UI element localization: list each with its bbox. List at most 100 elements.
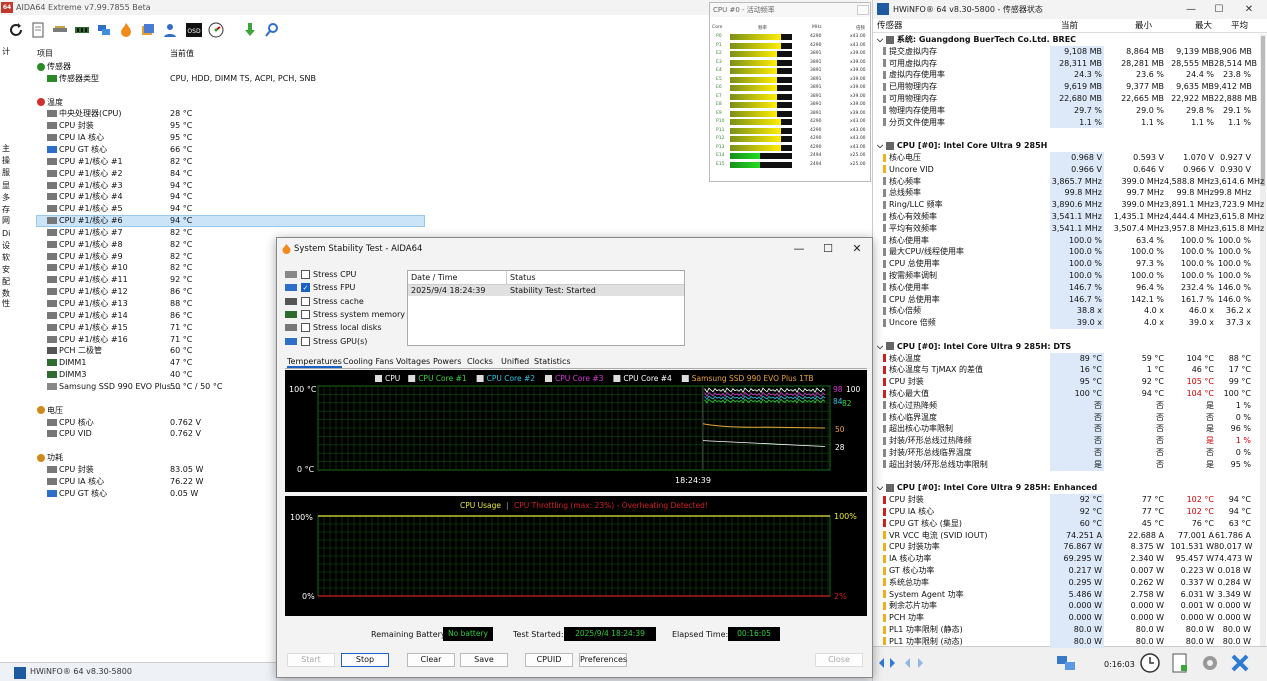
close-dialog-button[interactable]: Close — [815, 653, 863, 667]
flame-icon[interactable] — [118, 22, 134, 38]
checkbox[interactable]: ✓ — [301, 283, 310, 293]
sensor-row[interactable]: 封装/环形总线过热降频 否 否 是 1 % — [873, 435, 1258, 447]
sensor-row[interactable]: 封装/环形总线临界温度 否 否 否 0 % — [873, 447, 1258, 459]
sensor-row[interactable]: 按需频率调制 100.0 % 100.0 % 100.0 % 100.0 % — [873, 270, 1258, 282]
nav-item[interactable]: 操 — [2, 156, 10, 166]
sensor-group-header[interactable]: ⌵ 系统: Guangdong BuerTech Co.Ltd. BREC — [873, 34, 1258, 46]
sensor-row[interactable]: 核心有效频率 3,541.1 MHz 1,435.1 MHz 4,444.4 MHz 3… — [873, 211, 1264, 223]
sensor-row[interactable]: CPU 总使用率 146.7 % 142.1 % 161.7 % 146.0 % — [873, 293, 1258, 306]
sensor-row[interactable]: CPU IA 核心 92 °C 77 °C 102 °C 94 °C — [873, 506, 1258, 518]
nav-item[interactable]: 安 — [2, 265, 10, 275]
checkbox[interactable] — [301, 336, 310, 346]
minimize-button[interactable]: — — [785, 238, 813, 260]
legend-checkbox[interactable] — [375, 375, 382, 382]
close-icon[interactable] — [857, 5, 869, 15]
sensor-row[interactable]: 物理内存使用率 29.7 % 29.0 % 29.8 % 29.1 % — [873, 104, 1258, 117]
legend-checkbox[interactable] — [476, 375, 484, 382]
nav-item[interactable]: 数 — [2, 289, 10, 299]
legend-checkbox[interactable] — [681, 375, 689, 382]
sensor-row[interactable]: CPU GT 核心 (集显) 60 °C 45 °C 76 °C 63 °C — [873, 517, 1258, 530]
hwinfo-scroll-thumb[interactable] — [1261, 36, 1265, 186]
sensor-row[interactable]: CPU #1/核心 #5 — [47, 203, 123, 215]
sensor-row[interactable]: CPU 封装功率 76.867 W 8.375 W 101.531 W 80.017 W — [873, 541, 1258, 554]
sensor-row[interactable]: System Agent 功率 5.486 W 2.758 W 6.031 W 3.34… — [873, 588, 1258, 601]
sensor-row[interactable]: 核心使用率 146.7 % 96.4 % 232.4 % 146.0 % — [873, 281, 1258, 294]
sensor-row[interactable]: CPU 封装 — [47, 120, 94, 132]
sensor-row[interactable]: CPU #1/核心 #9 — [47, 251, 123, 263]
chevron-down-icon[interactable]: ⌵ — [877, 483, 886, 492]
sensor-row[interactable]: DIMM3 — [47, 369, 86, 381]
preferences-button[interactable]: Preferences — [579, 653, 627, 667]
sensor-row[interactable]: 分页文件使用率 1.1 % 1.1 % 1.1 % 1.1 % — [873, 116, 1258, 129]
checkbox[interactable] — [301, 309, 310, 319]
sensor-row[interactable]: CPU 总使用率 100.0 % 97.3 % 100.0 % 100.0 % — [873, 258, 1258, 270]
sensor-row[interactable]: 核心使用率 100.0 % 63.4 % 100.0 % 100.0 % — [873, 234, 1258, 247]
sensor-row[interactable]: CPU GT 核心 — [47, 488, 107, 500]
start-button[interactable]: Start — [287, 653, 335, 667]
col-sensor[interactable]: 传感器 — [877, 19, 903, 33]
sensor-row[interactable]: CPU 封装 92 °C 77 °C 102 °C 94 °C — [873, 494, 1258, 506]
sensor-row[interactable]: CPU #1/核心 #1 — [47, 156, 123, 168]
legend-entry[interactable]: CPU Core #2 — [476, 374, 536, 383]
nav-item[interactable]: 计 — [2, 47, 10, 57]
sensor-row[interactable]: PCH 二极管 — [47, 345, 102, 357]
sensor-row[interactable]: PL1 功率限制 (静态) 80.0 W 80.0 W 80.0 W 80.0 W — [873, 624, 1258, 636]
col-max[interactable]: 最大 — [1195, 19, 1212, 33]
sensor-row[interactable]: 功耗 — [37, 452, 63, 464]
tab-unified[interactable]: Unified — [501, 355, 529, 368]
stress-option[interactable]: Stress local disks — [285, 321, 382, 334]
sensor-row[interactable]: 系统总功率 0.295 W 0.262 W 0.337 W 0.284 W — [873, 576, 1258, 589]
nav-item[interactable]: Di — [2, 229, 10, 239]
legend-entry[interactable]: CPU Core #3 — [545, 374, 604, 383]
log-header-datetime[interactable]: Date / Time — [411, 271, 457, 284]
nav-item[interactable]: 性 — [2, 299, 10, 309]
stress-option[interactable]: Stress GPU(s) — [285, 335, 367, 348]
sensor-row[interactable]: IA 核心功率 69.295 W 2.340 W 95.457 W 74.473 W — [873, 553, 1258, 565]
close-button[interactable]: ✕ — [1235, 0, 1263, 19]
sensor-row[interactable]: CPU IA 核心 — [47, 476, 104, 488]
nav-item[interactable]: 主 — [2, 144, 10, 154]
download-icon[interactable] — [242, 22, 258, 38]
sensor-row[interactable]: 超出核心功率限制 否 否 是 96 % — [873, 423, 1258, 436]
nav-item[interactable]: 软 — [2, 253, 10, 263]
tab-cooling-fans[interactable]: Cooling Fans — [343, 355, 394, 368]
sensor-row[interactable]: CPU #1/核心 #11 — [47, 274, 128, 286]
sensor-row[interactable]: 可用虚拟内存 28,311 MB 28,281 MB 28,555 MB 28,514 … — [873, 57, 1258, 70]
sensor-row[interactable]: 已用物理内存 9,619 MB 9,377 MB 9,635 MB 9,412 MB — [873, 81, 1258, 93]
sensor-group-header[interactable]: ⌵ CPU [#0]: Intel Core Ultra 9 285H: DTS — [873, 341, 1258, 353]
sensor-row[interactable]: CPU 核心 — [47, 417, 94, 429]
col-current[interactable]: 当前 — [1061, 19, 1078, 33]
stop-button[interactable]: Stop — [341, 653, 389, 667]
sensor-row[interactable]: 超出封装/环形总线功率限制 是 否 是 95 % — [873, 458, 1258, 471]
col-min[interactable]: 最小 — [1135, 19, 1152, 33]
sensor-row[interactable]: CPU #1/核心 #6 — [47, 215, 123, 227]
report-icon[interactable] — [30, 22, 46, 38]
legend-checkbox[interactable] — [545, 375, 552, 382]
sensor-row[interactable]: VR VCC 电流 (SVID IOUT) 74.251 A 22.688 A 77.… — [873, 529, 1258, 542]
log-header-status[interactable]: Status — [510, 271, 536, 284]
sensor-row[interactable]: GT 核心功率 0.217 W 0.007 W 0.223 W 0.018 W — [873, 565, 1258, 577]
osd-icon[interactable]: OSD — [186, 22, 202, 38]
sensor-row[interactable]: CPU GT 核心 — [47, 144, 107, 156]
sensor-row[interactable]: 温度 — [37, 97, 63, 109]
checkbox[interactable] — [301, 323, 310, 333]
sensor-row[interactable]: 中央处理器(CPU) — [47, 108, 122, 120]
sensor-row[interactable]: 总线频率 99.8 MHz 99.7 MHz 99.8 MHz 99.8 MHz — [873, 187, 1258, 200]
stress-option[interactable]: Stress cache — [285, 295, 364, 308]
column-header-item[interactable]: 项目 — [37, 48, 53, 59]
user-icon[interactable] — [162, 22, 178, 38]
sensor-group-header[interactable]: ⌵ CPU [#0]: Intel Core Ultra 9 285H — [873, 140, 1258, 152]
sensor-row[interactable]: CPU #1/核心 #16 — [47, 334, 128, 346]
sensor-row[interactable]: 电压 — [37, 405, 63, 417]
sensor-row[interactable]: CPU #1/核心 #4 — [47, 191, 123, 203]
sensor-row[interactable]: CPU 封装 — [47, 464, 94, 476]
sensor-row[interactable]: Ring/LLC 频率 3,890.6 MHz 399.0 MHz 3,891.1 M… — [873, 199, 1264, 211]
chevron-down-icon[interactable]: ⌵ — [877, 141, 886, 150]
legend-entry[interactable]: CPU Core #4 — [613, 374, 672, 383]
sensor-row[interactable]: DIMM1 — [47, 357, 86, 369]
sensor-row[interactable]: 传感器类型 — [47, 73, 99, 85]
cpuid-button[interactable]: CPUID — [525, 653, 573, 667]
gauge-icon[interactable] — [208, 22, 224, 38]
chevron-down-icon[interactable]: ⌵ — [877, 342, 886, 351]
clock-icon[interactable] — [1139, 652, 1161, 674]
